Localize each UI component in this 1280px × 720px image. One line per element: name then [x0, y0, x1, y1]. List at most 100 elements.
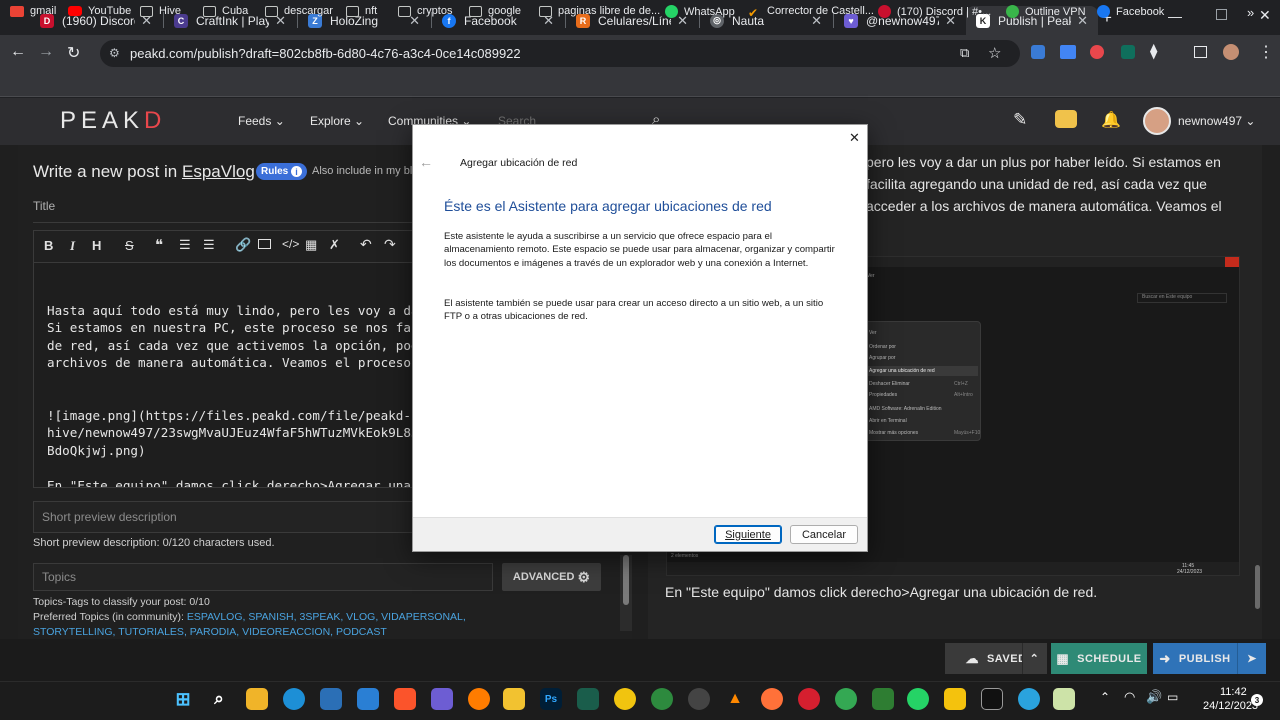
user-avatar[interactable]	[1143, 107, 1171, 135]
notification-badge[interactable]: 3	[1251, 694, 1263, 706]
bookmark-star-icon[interactable]: ☆	[988, 44, 1001, 62]
bookmark-whatsapp[interactable]: WhatsApp	[665, 5, 735, 18]
image-icon[interactable]	[258, 239, 271, 249]
nav-feeds[interactable]: Feeds ⌄	[238, 114, 285, 128]
rules-badge[interactable]: Rules i	[256, 163, 308, 180]
file-explorer-icon[interactable]	[246, 688, 268, 710]
install-app-icon[interactable]: ⧉	[960, 45, 969, 61]
italic-icon[interactable]: I	[70, 238, 75, 254]
clock-date[interactable]: 24/12/2023	[1203, 700, 1258, 712]
also-include-label[interactable]: Also include in my blog	[312, 165, 425, 177]
saved-options-button[interactable]: ⌃	[1022, 643, 1046, 674]
username-menu[interactable]: newnow497 ⌄	[1178, 114, 1255, 128]
extension-icon[interactable]	[1031, 45, 1045, 59]
preview-scrollbar[interactable]	[1255, 565, 1260, 609]
menu-dots-icon[interactable]: ⋮	[1258, 42, 1274, 62]
windows-start-icon[interactable]: ⊞	[172, 688, 194, 710]
bold-icon[interactable]: B	[44, 238, 53, 253]
code-icon[interactable]: </>	[282, 237, 299, 251]
body-textarea[interactable]: Hasta aquí todo está muy lindo, pero les…	[33, 262, 413, 488]
strikethrough-icon[interactable]: S	[125, 238, 134, 253]
bookmark-descargar[interactable]: descargar	[265, 5, 333, 17]
reload-icon[interactable]: ↻	[67, 43, 80, 63]
battery-icon[interactable]: ▭	[1167, 690, 1178, 704]
mail-icon[interactable]	[320, 688, 342, 710]
dialog-close-button[interactable]: ✕	[849, 130, 860, 146]
capcut-icon[interactable]	[981, 688, 1003, 710]
bookmark-nft[interactable]: nft	[346, 5, 377, 17]
app-icon[interactable]	[944, 688, 966, 710]
search-app-icon[interactable]	[468, 688, 490, 710]
extension-icon[interactable]	[1121, 45, 1135, 59]
bookmark-outline[interactable]: Outline VPN	[1006, 5, 1086, 18]
scrollbar[interactable]	[620, 555, 632, 631]
bookmark-corrector[interactable]: ✔ Corrector de Castell...	[748, 5, 874, 20]
preferred-topics-2[interactable]: STORYTELLING, TUTORIALES, PARODIA, VIDEO…	[33, 626, 387, 637]
chat-icon[interactable]	[1055, 110, 1077, 128]
translate-icon[interactable]	[1060, 45, 1076, 59]
store-icon[interactable]	[357, 688, 379, 710]
ordered-list-icon[interactable]: ☰	[179, 237, 191, 253]
clear-format-icon[interactable]: ✗	[329, 237, 340, 253]
globe-icon[interactable]	[651, 688, 673, 710]
bookmark-youtube[interactable]: YouTube	[68, 5, 131, 17]
bookmark-gmail[interactable]: gmail	[10, 5, 56, 17]
bookmark-cryptos[interactable]: cryptos	[398, 5, 452, 17]
peakd-logo[interactable]: PEAKD	[60, 107, 166, 135]
whatsapp-icon[interactable]	[907, 688, 929, 710]
bookmark-google[interactable]: google	[469, 5, 521, 17]
firefox-icon[interactable]	[761, 688, 783, 710]
sticky-app-icon[interactable]	[503, 688, 525, 710]
volume-icon[interactable]: 🔊	[1146, 689, 1162, 705]
extension-icon[interactable]	[1090, 45, 1104, 59]
close-window-button[interactable]: ✕	[1259, 7, 1271, 24]
advanced-button[interactable]: ADVANCED ⚙	[502, 563, 601, 591]
community-selector[interactable]: EspaVlog	[182, 162, 255, 181]
minimize-button[interactable]: —	[1168, 8, 1182, 24]
side-panel-icon[interactable]	[1194, 46, 1207, 58]
heading-icon[interactable]: H	[92, 238, 101, 253]
bell-icon[interactable]: 🔔	[1101, 110, 1121, 130]
brave-icon[interactable]	[394, 688, 416, 710]
bookmark-hive[interactable]: Hive	[140, 5, 181, 17]
bookmark-cuba[interactable]: Cuba	[203, 5, 248, 17]
app-icon[interactable]	[688, 688, 710, 710]
unordered-list-icon[interactable]: ☰	[203, 237, 215, 253]
site-info-icon[interactable]: ⚙	[109, 46, 120, 60]
warning-icon[interactable]	[614, 688, 636, 710]
send-icon[interactable]: ➤	[1237, 643, 1266, 674]
bookmark-paginas[interactable]: paginas libre de de...	[539, 5, 660, 17]
more-bookmarks-icon[interactable]: »	[1247, 5, 1254, 20]
schedule-button[interactable]: ▦ SCHEDULE	[1051, 643, 1147, 674]
quote-icon[interactable]: ❝	[155, 236, 163, 254]
topics-input[interactable]: Topics	[33, 563, 493, 591]
tray-chevron-icon[interactable]: ⌃	[1100, 690, 1110, 704]
opera-icon[interactable]	[798, 688, 820, 710]
telegram-icon[interactable]	[1018, 688, 1040, 710]
chrome-icon[interactable]	[835, 688, 857, 710]
address-bar[interactable]: ⚙ peakd.com/publish?draft=802cb8fb-6d80-…	[100, 40, 1020, 67]
bookmark-discord[interactable]: (170) Discord | #•...	[878, 5, 991, 18]
vlc-icon[interactable]: ▲	[724, 688, 746, 710]
puzzle-icon[interactable]: ⧫	[1150, 42, 1157, 60]
back-icon[interactable]: ←	[10, 43, 26, 61]
maximize-button[interactable]	[1216, 9, 1227, 20]
edge-icon[interactable]	[283, 688, 305, 710]
publish-button[interactable]: ➜ PUBLISH	[1153, 643, 1237, 674]
nav-explore[interactable]: Explore ⌄	[310, 114, 364, 128]
redo-icon[interactable]: ↷	[384, 236, 396, 253]
pencil-icon[interactable]: ✎	[1013, 110, 1027, 130]
profile-avatar[interactable]	[1223, 44, 1239, 60]
short-preview-input[interactable]: Short preview description	[33, 501, 413, 533]
cancel-button[interactable]: Cancelar	[790, 525, 858, 544]
photoshop-icon[interactable]: Ps	[540, 688, 562, 710]
table-icon[interactable]: ▦	[305, 237, 317, 253]
media-icon[interactable]	[577, 688, 599, 710]
app-icon[interactable]	[872, 688, 894, 710]
vpn-icon[interactable]	[431, 688, 453, 710]
undo-icon[interactable]: ↶	[360, 236, 372, 253]
bookmark-facebook[interactable]: Facebook	[1097, 5, 1164, 18]
search-icon[interactable]: ⌕	[208, 688, 230, 710]
title-input[interactable]: Title	[33, 199, 55, 213]
clock-time[interactable]: 11:42	[1220, 686, 1247, 698]
